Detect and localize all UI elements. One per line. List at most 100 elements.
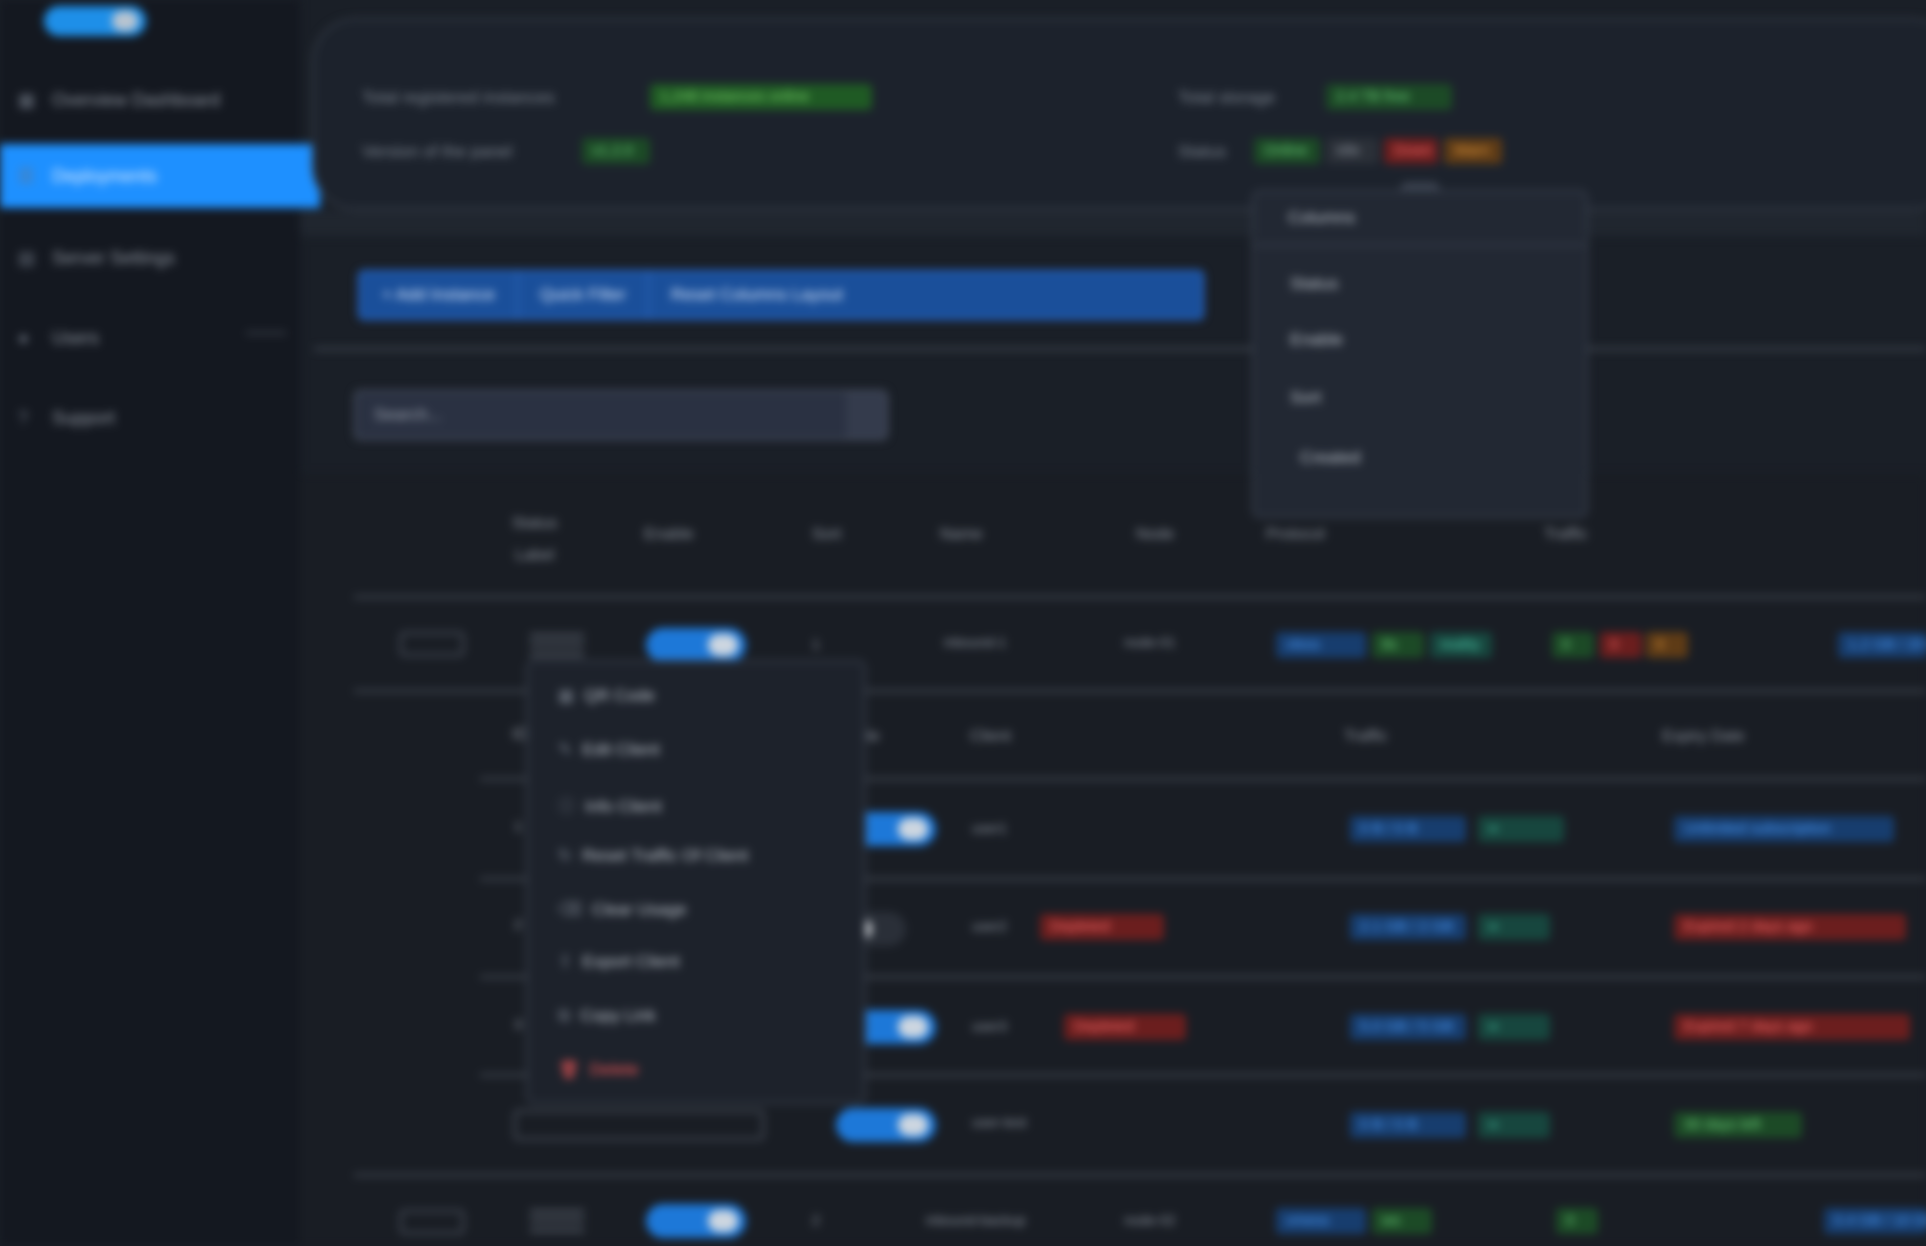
toolbar-button-group: + Add Instance Quick Filter Reset Column… bbox=[358, 270, 1204, 320]
sidebar-item-overview[interactable]: ▦ Overview Dashboard bbox=[0, 68, 320, 132]
drag-handle-icon[interactable] bbox=[530, 634, 584, 656]
row-sort: 1 bbox=[812, 636, 820, 652]
qrcode-icon: ▦ bbox=[558, 686, 575, 705]
search-icon[interactable] bbox=[846, 392, 886, 438]
toolbar-divider bbox=[314, 348, 1926, 350]
row-sort: 2 bbox=[812, 1212, 820, 1228]
menu-item-qrcode[interactable]: ▦ QR Code bbox=[558, 686, 655, 706]
instances-badge: 1,248 instances online bbox=[650, 84, 872, 110]
menu-item-export[interactable]: ⇪ Export Client bbox=[558, 952, 680, 972]
sidebar-divider bbox=[246, 332, 286, 334]
reality-badge: reality bbox=[1430, 632, 1492, 658]
enable-toggle[interactable] bbox=[646, 1204, 746, 1238]
reset-columns-button[interactable]: Reset Columns Layout bbox=[649, 272, 865, 318]
th-sort[interactable]: Sort bbox=[812, 526, 841, 544]
sub-th-traffic: Traffic bbox=[1344, 728, 1388, 745]
row-node: node-02 bbox=[1124, 1212, 1176, 1228]
row-node: node-01 bbox=[1124, 634, 1176, 650]
sidebar-item-support[interactable]: ? Support bbox=[0, 386, 320, 450]
menu-item-label: Clear Usage bbox=[592, 900, 687, 919]
th-traffic[interactable]: Traffic bbox=[1544, 526, 1588, 544]
info-label-status: Status bbox=[1178, 142, 1227, 161]
storage-badge: 2.4 TB free bbox=[1326, 84, 1452, 110]
protocol-badge: vmess bbox=[1276, 1208, 1366, 1234]
sidebar-theme-toggle[interactable] bbox=[44, 6, 146, 36]
traffic-badge: 0.4 GB / 10 GB bbox=[1824, 1208, 1926, 1234]
client-name: user3 bbox=[972, 1018, 1008, 1034]
column-option-created[interactable]: Created bbox=[1300, 448, 1360, 468]
security-badge: tls bbox=[1372, 632, 1424, 658]
clear-icon: ⌫ bbox=[558, 900, 583, 919]
reload-icon: ↻ bbox=[558, 846, 573, 865]
export-icon: ⇪ bbox=[558, 952, 573, 971]
client-total-badge: ∞ bbox=[1478, 1112, 1550, 1138]
dropdown-separator bbox=[1254, 244, 1586, 246]
menu-item-copy-link[interactable]: ⧉ Copy Link bbox=[558, 1006, 656, 1026]
sidebar-item-users[interactable]: ● Users bbox=[0, 306, 320, 370]
enable-toggle[interactable] bbox=[646, 628, 746, 662]
th-protocol[interactable]: Protocol bbox=[1266, 526, 1325, 544]
search-placeholder: Search... bbox=[374, 405, 443, 424]
column-option-enable[interactable]: Enable bbox=[1290, 330, 1343, 350]
info-label-version: Version of the panel bbox=[362, 142, 513, 161]
link-icon: ⧉ bbox=[558, 1006, 571, 1025]
client-name: user1 bbox=[972, 820, 1008, 836]
menu-item-delete[interactable]: 🗑 Delete bbox=[558, 1060, 639, 1080]
user-icon: ● bbox=[18, 328, 29, 348]
edit-icon: ✎ bbox=[558, 740, 573, 759]
toggle-knob bbox=[898, 1114, 928, 1136]
menu-item-clear-usage[interactable]: ⌫ Clear Usage bbox=[558, 900, 687, 920]
expand-row-button[interactable] bbox=[400, 1210, 464, 1234]
client-traffic-badge: 2.1 GB / 2 GB bbox=[1350, 914, 1466, 940]
version-badge: v1.2.0 bbox=[582, 138, 650, 164]
sub-th-client: Client bbox=[970, 728, 1011, 745]
toggle-knob bbox=[898, 1016, 928, 1038]
section-divider bbox=[300, 210, 1926, 236]
th-node[interactable]: Node bbox=[1136, 526, 1174, 544]
row-divider bbox=[354, 1174, 1926, 1176]
menu-item-reset-traffic[interactable]: ↻ Reset Traffic Of Client bbox=[558, 846, 748, 866]
sub-th-expiry: Expiry Date bbox=[1662, 728, 1745, 745]
row-name: inbound-1 bbox=[944, 634, 1007, 650]
column-option-status[interactable]: Status bbox=[1290, 274, 1338, 294]
server-icon: ▤ bbox=[18, 248, 36, 268]
client-total-badge: ∞ bbox=[1478, 914, 1550, 940]
columns-dropdown-title: Columns bbox=[1288, 208, 1356, 227]
info-card: Total registered instances 1,248 instanc… bbox=[312, 18, 1926, 210]
toggle-knob bbox=[708, 1210, 738, 1232]
stat-badge: 0 bbox=[1600, 632, 1642, 658]
sidebar-item-settings[interactable]: ▤ Server Settings bbox=[0, 226, 320, 290]
th-name[interactable]: Name bbox=[940, 526, 983, 544]
th-enable[interactable]: Enable bbox=[644, 526, 694, 544]
columns-dropdown: Columns Status Enable Sort Created bbox=[1252, 190, 1588, 518]
menu-item-edit[interactable]: ✎ Edit Client bbox=[558, 740, 660, 760]
status-warn-badge: Warn bbox=[1444, 138, 1502, 164]
menu-item-info[interactable]: ⓘ Info Client bbox=[558, 792, 662, 817]
stat-badge: 0 bbox=[1646, 632, 1688, 658]
stat-badge: 0 bbox=[1552, 632, 1594, 658]
sidebar-item-label: Support bbox=[52, 408, 116, 428]
menu-item-label: Copy Link bbox=[580, 1006, 656, 1025]
info-label-storage: Total storage bbox=[1178, 88, 1276, 107]
add-instance-button[interactable]: + Add Instance bbox=[360, 272, 518, 318]
search-input[interactable]: Search... bbox=[354, 390, 888, 440]
stat-badge: 0 bbox=[1556, 1208, 1598, 1234]
th-status: Status Label bbox=[512, 515, 558, 564]
sidebar-item-deployments[interactable]: ☰ Deployments bbox=[0, 144, 320, 208]
client-id: 3 bbox=[514, 1016, 522, 1032]
sidebar-item-label: Users bbox=[52, 328, 100, 348]
drag-handle-icon[interactable] bbox=[530, 1210, 584, 1232]
client-actions-group[interactable] bbox=[514, 1110, 764, 1140]
client-enable-toggle[interactable] bbox=[836, 1108, 936, 1142]
quick-filter-button[interactable]: Quick Filter bbox=[518, 272, 649, 318]
client-name: user2 bbox=[972, 918, 1008, 934]
expand-row-button[interactable] bbox=[400, 632, 464, 656]
info-label-instances: Total registered instances bbox=[362, 88, 555, 107]
menu-item-label: Reset Traffic Of Client bbox=[582, 846, 749, 865]
client-expiry-badge: Expired 7 days ago bbox=[1674, 1014, 1910, 1040]
status-idle-badge: Idle bbox=[1326, 138, 1378, 164]
sidebar: ▦ Overview Dashboard ☰ Deployments ▤ Server… bbox=[0, 0, 320, 1246]
column-option-sort[interactable]: Sort bbox=[1290, 388, 1321, 408]
dashboard-icon: ▦ bbox=[18, 90, 36, 110]
sidebar-item-label: Overview Dashboard bbox=[52, 90, 221, 110]
